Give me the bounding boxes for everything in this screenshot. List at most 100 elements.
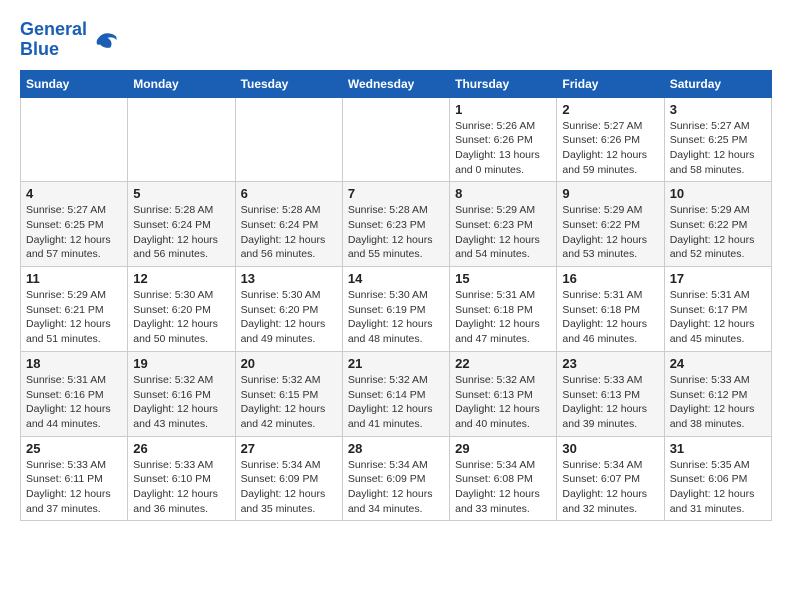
- day-info: Sunrise: 5:33 AM Sunset: 6:10 PM Dayligh…: [133, 458, 229, 517]
- day-number: 20: [241, 356, 337, 371]
- day-info: Sunrise: 5:29 AM Sunset: 6:22 PM Dayligh…: [670, 203, 766, 262]
- day-number: 7: [348, 186, 444, 201]
- day-info: Sunrise: 5:28 AM Sunset: 6:24 PM Dayligh…: [241, 203, 337, 262]
- calendar-cell: 4 Sunrise: 5:27 AM Sunset: 6:25 PM Daylig…: [21, 182, 128, 267]
- calendar-cell: 16Sunrise: 5:31 AM Sunset: 6:18 PM Dayli…: [557, 267, 664, 352]
- day-number: 25: [26, 441, 122, 456]
- day-number: 26: [133, 441, 229, 456]
- day-info: Sunrise: 5:31 AM Sunset: 6:18 PM Dayligh…: [455, 288, 551, 347]
- calendar-cell: 27 Sunrise: 5:34 AM Sunset: 6:09 PM Dayli…: [235, 436, 342, 521]
- calendar-cell: 14 Sunrise: 5:30 AM Sunset: 6:19 PM Dayli…: [342, 267, 449, 352]
- day-info: Sunrise: 5:29 AM Sunset: 6:23 PM Dayligh…: [455, 203, 551, 262]
- day-number: 21: [348, 356, 444, 371]
- weekday-header-friday: Friday: [557, 70, 664, 97]
- day-info: Sunrise: 5:32 AM Sunset: 6:16 PM Dayligh…: [133, 373, 229, 432]
- day-info: Sunrise: 5:34 AM Sunset: 6:09 PM Dayligh…: [241, 458, 337, 517]
- day-number: 24: [670, 356, 766, 371]
- day-info: Sunrise: 5:29 AM Sunset: 6:21 PM Dayligh…: [26, 288, 122, 347]
- day-number: 6: [241, 186, 337, 201]
- day-info: Sunrise: 5:34 AM Sunset: 6:08 PM Dayligh…: [455, 458, 551, 517]
- weekday-header-tuesday: Tuesday: [235, 70, 342, 97]
- day-number: 10: [670, 186, 766, 201]
- weekday-header-thursday: Thursday: [450, 70, 557, 97]
- day-number: 27: [241, 441, 337, 456]
- day-info: Sunrise: 5:28 AM Sunset: 6:24 PM Dayligh…: [133, 203, 229, 262]
- weekday-header-wednesday: Wednesday: [342, 70, 449, 97]
- day-info: Sunrise: 5:32 AM Sunset: 6:13 PM Dayligh…: [455, 373, 551, 432]
- calendar-cell: [128, 97, 235, 182]
- calendar-cell: 12Sunrise: 5:30 AM Sunset: 6:20 PM Dayli…: [128, 267, 235, 352]
- calendar-cell: 2 Sunrise: 5:27 AM Sunset: 6:26 PM Daylig…: [557, 97, 664, 182]
- calendar-body: 1 Sunrise: 5:26 AM Sunset: 6:26 PM Daylig…: [21, 97, 772, 521]
- day-info: Sunrise: 5:31 AM Sunset: 6:18 PM Dayligh…: [562, 288, 658, 347]
- day-number: 1: [455, 102, 551, 117]
- day-number: 2: [562, 102, 658, 117]
- week-row-5: 25 Sunrise: 5:33 AM Sunset: 6:11 PM Dayli…: [21, 436, 772, 521]
- day-number: 19: [133, 356, 229, 371]
- calendar-cell: 13 Sunrise: 5:30 AM Sunset: 6:20 PM Dayli…: [235, 267, 342, 352]
- calendar-cell: 17Sunrise: 5:31 AM Sunset: 6:17 PM Dayli…: [664, 267, 771, 352]
- day-number: 18: [26, 356, 122, 371]
- calendar-cell: 20Sunrise: 5:32 AM Sunset: 6:15 PM Dayli…: [235, 351, 342, 436]
- calendar-cell: 9Sunrise: 5:29 AM Sunset: 6:22 PM Daylig…: [557, 182, 664, 267]
- logo-text: General Blue: [20, 20, 87, 60]
- day-info: Sunrise: 5:33 AM Sunset: 6:12 PM Dayligh…: [670, 373, 766, 432]
- calendar-cell: 5 Sunrise: 5:28 AM Sunset: 6:24 PM Daylig…: [128, 182, 235, 267]
- day-number: 29: [455, 441, 551, 456]
- calendar-cell: 26 Sunrise: 5:33 AM Sunset: 6:10 PM Dayli…: [128, 436, 235, 521]
- day-number: 5: [133, 186, 229, 201]
- day-number: 17: [670, 271, 766, 286]
- day-number: 15: [455, 271, 551, 286]
- calendar-cell: [235, 97, 342, 182]
- day-info: Sunrise: 5:33 AM Sunset: 6:13 PM Dayligh…: [562, 373, 658, 432]
- calendar-cell: 21Sunrise: 5:32 AM Sunset: 6:14 PM Dayli…: [342, 351, 449, 436]
- calendar-cell: 25 Sunrise: 5:33 AM Sunset: 6:11 PM Dayli…: [21, 436, 128, 521]
- day-info: Sunrise: 5:27 AM Sunset: 6:26 PM Dayligh…: [562, 119, 658, 178]
- day-info: Sunrise: 5:34 AM Sunset: 6:09 PM Dayligh…: [348, 458, 444, 517]
- day-number: 11: [26, 271, 122, 286]
- day-number: 23: [562, 356, 658, 371]
- calendar-cell: 29 Sunrise: 5:34 AM Sunset: 6:08 PM Dayli…: [450, 436, 557, 521]
- weekday-header-row: SundayMondayTuesdayWednesdayThursdayFrid…: [21, 70, 772, 97]
- calendar-cell: 15 Sunrise: 5:31 AM Sunset: 6:18 PM Dayli…: [450, 267, 557, 352]
- weekday-header-sunday: Sunday: [21, 70, 128, 97]
- calendar-cell: 30 Sunrise: 5:34 AM Sunset: 6:07 PM Dayli…: [557, 436, 664, 521]
- logo: General Blue: [20, 20, 121, 60]
- calendar-cell: 18 Sunrise: 5:31 AM Sunset: 6:16 PM Dayli…: [21, 351, 128, 436]
- calendar-cell: [21, 97, 128, 182]
- calendar-cell: 23 Sunrise: 5:33 AM Sunset: 6:13 PM Dayli…: [557, 351, 664, 436]
- calendar-cell: 1 Sunrise: 5:26 AM Sunset: 6:26 PM Daylig…: [450, 97, 557, 182]
- day-number: 14: [348, 271, 444, 286]
- day-number: 30: [562, 441, 658, 456]
- calendar-header: SundayMondayTuesdayWednesdayThursdayFrid…: [21, 70, 772, 97]
- day-number: 13: [241, 271, 337, 286]
- day-info: Sunrise: 5:26 AM Sunset: 6:26 PM Dayligh…: [455, 119, 551, 178]
- week-row-2: 4 Sunrise: 5:27 AM Sunset: 6:25 PM Daylig…: [21, 182, 772, 267]
- calendar-cell: [342, 97, 449, 182]
- day-info: Sunrise: 5:27 AM Sunset: 6:25 PM Dayligh…: [670, 119, 766, 178]
- day-info: Sunrise: 5:35 AM Sunset: 6:06 PM Dayligh…: [670, 458, 766, 517]
- day-info: Sunrise: 5:28 AM Sunset: 6:23 PM Dayligh…: [348, 203, 444, 262]
- calendar-cell: 6 Sunrise: 5:28 AM Sunset: 6:24 PM Daylig…: [235, 182, 342, 267]
- calendar-cell: 22Sunrise: 5:32 AM Sunset: 6:13 PM Dayli…: [450, 351, 557, 436]
- day-info: Sunrise: 5:33 AM Sunset: 6:11 PM Dayligh…: [26, 458, 122, 517]
- day-info: Sunrise: 5:30 AM Sunset: 6:19 PM Dayligh…: [348, 288, 444, 347]
- weekday-header-monday: Monday: [128, 70, 235, 97]
- week-row-4: 18 Sunrise: 5:31 AM Sunset: 6:16 PM Dayli…: [21, 351, 772, 436]
- day-number: 8: [455, 186, 551, 201]
- calendar-cell: 10 Sunrise: 5:29 AM Sunset: 6:22 PM Dayli…: [664, 182, 771, 267]
- day-info: Sunrise: 5:34 AM Sunset: 6:07 PM Dayligh…: [562, 458, 658, 517]
- day-info: Sunrise: 5:29 AM Sunset: 6:22 PM Dayligh…: [562, 203, 658, 262]
- day-number: 3: [670, 102, 766, 117]
- day-info: Sunrise: 5:30 AM Sunset: 6:20 PM Dayligh…: [241, 288, 337, 347]
- day-info: Sunrise: 5:31 AM Sunset: 6:16 PM Dayligh…: [26, 373, 122, 432]
- weekday-header-saturday: Saturday: [664, 70, 771, 97]
- week-row-3: 11 Sunrise: 5:29 AM Sunset: 6:21 PM Dayli…: [21, 267, 772, 352]
- day-number: 28: [348, 441, 444, 456]
- calendar-cell: 28 Sunrise: 5:34 AM Sunset: 6:09 PM Dayli…: [342, 436, 449, 521]
- calendar-cell: 24 Sunrise: 5:33 AM Sunset: 6:12 PM Dayli…: [664, 351, 771, 436]
- day-info: Sunrise: 5:27 AM Sunset: 6:25 PM Dayligh…: [26, 203, 122, 262]
- calendar-cell: 8 Sunrise: 5:29 AM Sunset: 6:23 PM Daylig…: [450, 182, 557, 267]
- day-number: 12: [133, 271, 229, 286]
- day-number: 4: [26, 186, 122, 201]
